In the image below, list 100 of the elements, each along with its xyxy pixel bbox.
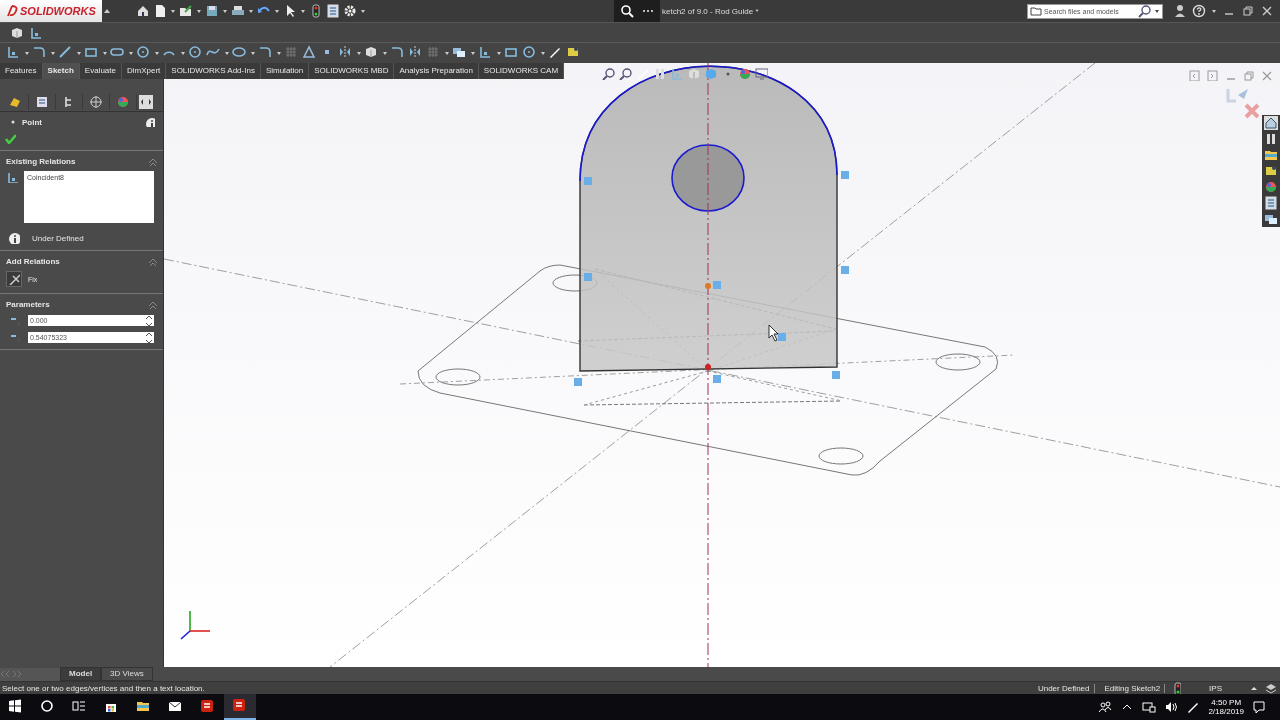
relation-icon <box>6 171 18 183</box>
caret-icon[interactable] <box>300 8 306 14</box>
window-title: ketch2 of 9.0 - Rod Guide * <box>662 6 759 16</box>
open-icon[interactable] <box>179 4 193 18</box>
notification-icon[interactable] <box>1252 700 1266 714</box>
caret-icon[interactable] <box>76 50 82 56</box>
caret-icon[interactable] <box>470 50 476 56</box>
model-tab[interactable]: 3D Views <box>101 667 153 681</box>
model-tab[interactable]: Model <box>60 667 102 681</box>
zoom-icon[interactable] <box>620 4 634 18</box>
search-icon[interactable] <box>1138 4 1152 18</box>
rebuild-icon[interactable] <box>10 25 24 40</box>
caret-icon[interactable] <box>1154 8 1160 14</box>
status-state: Under Defined <box>1033 683 1095 693</box>
caret-icon[interactable] <box>356 50 362 56</box>
file-explorer-icon[interactable] <box>1264 148 1278 162</box>
clock-time[interactable]: 4:50 PM <box>1211 698 1242 707</box>
caret-icon[interactable] <box>360 8 366 14</box>
custom-properties-icon[interactable] <box>1264 196 1278 210</box>
spinner-icon[interactable] <box>144 331 154 343</box>
caret-icon[interactable] <box>24 50 30 56</box>
spinner-icon[interactable] <box>144 314 154 326</box>
caret-icon[interactable] <box>274 8 280 14</box>
pen-icon[interactable] <box>1186 700 1201 714</box>
zoom-button[interactable] <box>614 0 660 22</box>
close-icon[interactable] <box>1260 4 1274 18</box>
caret-icon[interactable] <box>224 50 230 56</box>
caret-icon[interactable] <box>102 50 108 56</box>
caret-up-icon[interactable] <box>1250 685 1258 691</box>
caret-icon[interactable] <box>496 50 502 56</box>
caret-icon[interactable] <box>250 50 256 56</box>
zoom-fit-icon[interactable] <box>602 67 615 80</box>
appearances-icon[interactable] <box>1264 180 1278 194</box>
appearance-icon[interactable] <box>738 67 751 80</box>
scroll-arrows-icon[interactable] <box>139 95 153 109</box>
relation-marker <box>832 371 840 379</box>
new-file-icon[interactable] <box>153 4 167 18</box>
caret-icon[interactable] <box>540 50 546 56</box>
options-list-icon[interactable] <box>326 4 340 18</box>
units-selector[interactable]: IPS <box>1187 683 1244 693</box>
cursor-icon <box>768 324 779 342</box>
home-icon[interactable] <box>1264 116 1278 130</box>
caret-icon[interactable] <box>222 8 228 14</box>
relation-marker <box>584 177 592 185</box>
save-icon[interactable] <box>205 4 219 18</box>
zoom-area-icon[interactable] <box>619 67 632 80</box>
traffic-light-icon[interactable] <box>309 4 323 18</box>
view-palette-icon[interactable] <box>1264 164 1278 178</box>
relation-marker <box>841 171 849 179</box>
caret-icon[interactable] <box>50 50 56 56</box>
clock-date[interactable]: 2/18/2019 <box>1208 707 1244 716</box>
caret-icon[interactable] <box>248 8 254 14</box>
section-title: Add Relations <box>6 256 60 266</box>
windows-start-icon[interactable] <box>8 699 24 715</box>
relation-marker <box>841 266 849 274</box>
section-title: Existing Relations <box>6 156 76 166</box>
collapse-icon[interactable] <box>147 156 157 166</box>
origin-point <box>705 364 711 370</box>
fix-button[interactable] <box>6 271 22 287</box>
app-icon[interactable] <box>200 699 216 715</box>
collapse-icon[interactable] <box>147 299 157 309</box>
ok-check-icon[interactable] <box>4 132 16 144</box>
caret-icon[interactable] <box>382 50 388 56</box>
home-icon[interactable] <box>136 4 150 18</box>
network-icon[interactable] <box>1142 700 1157 714</box>
search-ring-icon[interactable] <box>40 699 56 715</box>
status-text: Under Defined <box>32 233 84 243</box>
rebuild-light-icon[interactable] <box>1171 682 1182 694</box>
customize-icon[interactable] <box>1264 682 1278 694</box>
command-tab[interactable]: Sketch <box>42 63 80 79</box>
feature-tree-icon[interactable] <box>8 95 22 109</box>
app-icon[interactable] <box>232 698 248 714</box>
pane-right-icon[interactable] <box>1206 69 1218 81</box>
section-title: Parameters <box>6 299 50 309</box>
circle-icon[interactable] <box>136 45 152 61</box>
gear-icon[interactable] <box>343 4 357 18</box>
property-icon[interactable] <box>35 95 49 109</box>
caret-icon[interactable] <box>154 50 160 56</box>
caret-icon[interactable] <box>170 8 176 14</box>
caret-icon[interactable] <box>128 50 134 56</box>
view-orientation-icon[interactable] <box>687 67 700 80</box>
caret-icon[interactable] <box>180 50 186 56</box>
user-icon[interactable] <box>1173 4 1187 18</box>
collapse-icon[interactable] <box>147 256 157 266</box>
relation-marker <box>713 375 721 383</box>
print-icon[interactable] <box>231 4 245 18</box>
relation-marker <box>574 378 582 386</box>
people-icon[interactable] <box>1098 700 1113 714</box>
bullet-icon <box>10 119 16 125</box>
caret-icon[interactable] <box>1211 8 1217 14</box>
crosshair-icon[interactable] <box>89 95 103 109</box>
caret-icon[interactable] <box>196 8 202 14</box>
restore-icon[interactable] <box>1241 4 1255 18</box>
pane-left-icon[interactable] <box>1188 69 1200 81</box>
caret-icon[interactable] <box>444 50 450 56</box>
status-message: Select one or two edges/vertices and then a text location. <box>2 683 205 693</box>
view-settings-icon[interactable] <box>755 67 768 80</box>
caret-icon[interactable] <box>276 50 282 56</box>
relation-marker <box>778 333 786 341</box>
speaker-icon[interactable] <box>1164 700 1179 714</box>
